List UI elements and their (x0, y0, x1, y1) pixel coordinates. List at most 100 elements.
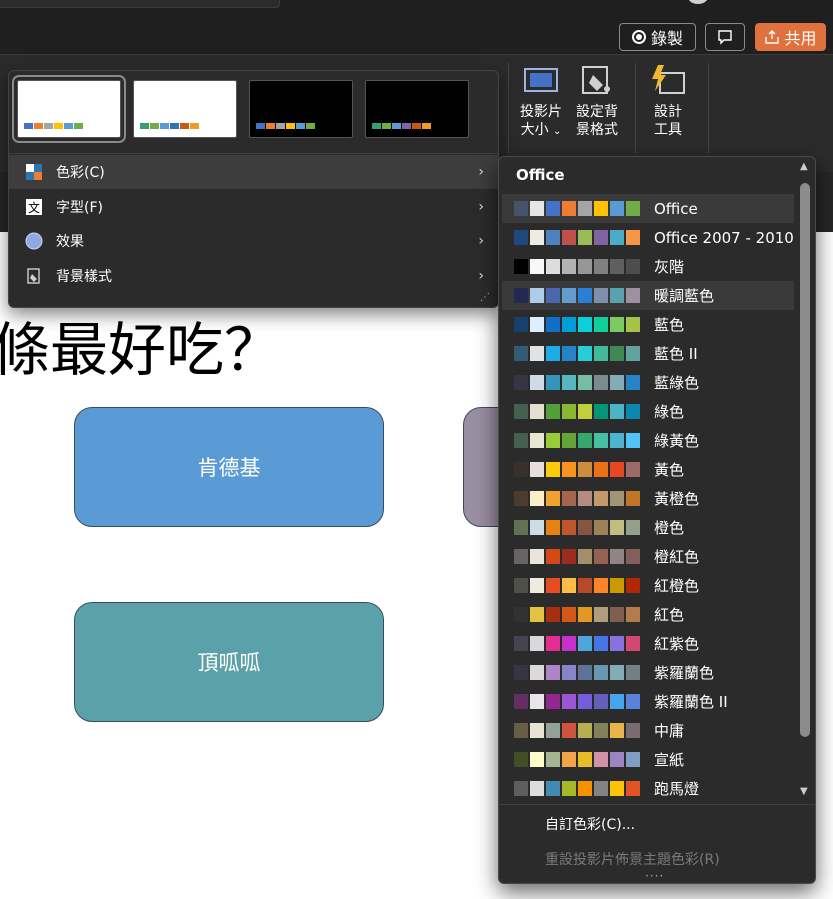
color-swatch (530, 723, 544, 738)
color-scheme-item[interactable]: 紅色 (502, 600, 794, 629)
color-scheme-item[interactable]: 紅橙色 (502, 571, 794, 600)
color-scheme-item[interactable]: 綠黃色 (502, 426, 794, 455)
comments-button[interactable] (705, 23, 745, 51)
slide-size-label-2: 大小 (520, 122, 549, 138)
color-swatch (610, 375, 624, 390)
color-swatch (372, 123, 381, 129)
designer-button[interactable]: 設計 工具 (648, 63, 688, 139)
color-swatch (610, 201, 624, 216)
variant-color-bar (372, 123, 431, 129)
record-icon (631, 30, 646, 44)
format-background-button[interactable]: 設定背 景格式 (576, 63, 618, 139)
color-scheme-item[interactable]: 藍綠色 (502, 368, 794, 397)
color-swatch (546, 781, 560, 796)
color-scheme-swatches (514, 665, 640, 680)
color-scheme-item[interactable]: 灰階 (502, 252, 794, 281)
colors-submenu: Office Office Office 2007 - 2010 灰階 暖調藍色 藍色藍… (498, 156, 816, 884)
scroll-down-icon[interactable]: ▼ (800, 786, 808, 797)
chevron-right-icon: › (478, 164, 484, 180)
color-scheme-item[interactable]: 藍色 (502, 310, 794, 339)
color-swatch (546, 346, 560, 361)
color-swatch (256, 123, 265, 129)
color-swatch (34, 123, 43, 129)
color-swatch (626, 230, 640, 245)
color-swatch (562, 404, 576, 419)
color-swatch (562, 694, 576, 709)
variant-thumbnail[interactable] (12, 75, 126, 143)
color-scheme-item[interactable]: Office 2007 - 2010 (502, 223, 794, 252)
color-swatch (546, 201, 560, 216)
color-swatch (594, 317, 608, 332)
color-scheme-item[interactable]: 橙紅色 (502, 542, 794, 571)
account-avatar[interactable] (688, 0, 708, 4)
resize-grip-icon[interactable]: ···· (645, 869, 664, 883)
color-swatch (546, 433, 560, 448)
color-swatch (594, 462, 608, 477)
color-scheme-item[interactable]: 綠色 (502, 397, 794, 426)
variant-thumbnail[interactable] (249, 80, 353, 138)
color-swatch (514, 491, 528, 506)
shape-ding-gua-gua[interactable]: 頂呱呱 (74, 602, 384, 722)
color-scheme-item[interactable]: 紅紫色 (502, 629, 794, 658)
color-scheme-item[interactable]: 橙色 (502, 513, 794, 542)
color-scheme-name: Office (654, 199, 698, 218)
color-scheme-swatches (514, 578, 640, 593)
resize-grip-icon[interactable]: ⋰ (480, 292, 490, 303)
color-swatch (626, 549, 640, 564)
variant-thumbnail[interactable] (133, 80, 237, 138)
color-scheme-item[interactable]: 中庸 (502, 716, 794, 745)
slide-title[interactable]: 條最好吃？ (0, 303, 282, 387)
scroll-up-icon[interactable]: ▲ (800, 161, 808, 172)
scrollbar-thumb[interactable] (800, 183, 810, 737)
record-button[interactable]: 錄製 (619, 23, 696, 51)
menu-item-colors[interactable]: 色彩(C) › (9, 155, 498, 189)
color-swatch (626, 723, 640, 738)
color-scheme-item[interactable]: 紫羅蘭色 II (502, 687, 794, 716)
color-scheme-swatches (514, 781, 640, 796)
color-swatch (562, 578, 576, 593)
color-swatch (578, 636, 592, 651)
color-swatch (594, 201, 608, 216)
menu-item-fonts[interactable]: 文 字型(F) › (9, 190, 498, 224)
color-scheme-swatches (514, 694, 640, 709)
color-scheme-item[interactable]: 黃色 (502, 455, 794, 484)
color-swatch (190, 123, 199, 129)
shape-kfc[interactable]: 肯德基 (74, 407, 384, 527)
color-scheme-item[interactable]: Office (502, 194, 794, 223)
color-swatch (594, 607, 608, 622)
color-swatch (562, 201, 576, 216)
slide-size-button[interactable]: 投影片 大小 ⌄ (520, 63, 562, 141)
color-swatch (578, 375, 592, 390)
color-scheme-item[interactable]: 跑馬燈 (502, 774, 794, 803)
menu-item-effects[interactable]: 效果 › (9, 224, 498, 258)
color-scheme-name: 綠黃色 (654, 432, 700, 450)
format-bg-label-1: 設定背 (576, 104, 618, 120)
customize-colors-item[interactable]: 自訂色彩(C)... (545, 814, 635, 834)
color-swatch (562, 520, 576, 535)
color-scheme-name: 紅橙色 (654, 577, 700, 595)
color-swatch (626, 288, 640, 303)
scrollbar[interactable]: ▲ ▼ (798, 161, 812, 801)
color-swatch (610, 404, 624, 419)
color-swatch (626, 201, 640, 216)
color-swatch (562, 375, 576, 390)
color-scheme-item[interactable]: 黃橙色 (502, 484, 794, 513)
color-swatch (402, 123, 411, 129)
menu-item-background-styles[interactable]: 背景樣式 › (9, 259, 498, 293)
color-swatch (578, 259, 592, 274)
color-scheme-item[interactable]: 暖調藍色 (502, 281, 794, 310)
color-swatch (514, 607, 528, 622)
share-button[interactable]: 共用 (755, 23, 826, 51)
color-swatch (626, 462, 640, 477)
color-scheme-item[interactable]: 宣紙 (502, 745, 794, 774)
color-scheme-item[interactable]: 紫羅蘭色 (502, 658, 794, 687)
color-scheme-item[interactable]: 藍色 II (502, 339, 794, 368)
color-swatch (626, 781, 640, 796)
color-scheme-swatches (514, 752, 640, 767)
color-scheme-name: 紅紫色 (654, 635, 700, 653)
variant-color-bar (24, 123, 83, 129)
color-scheme-swatches (514, 433, 640, 448)
color-swatch (594, 549, 608, 564)
variant-thumbnail[interactable] (365, 80, 469, 138)
color-swatch (392, 123, 401, 129)
